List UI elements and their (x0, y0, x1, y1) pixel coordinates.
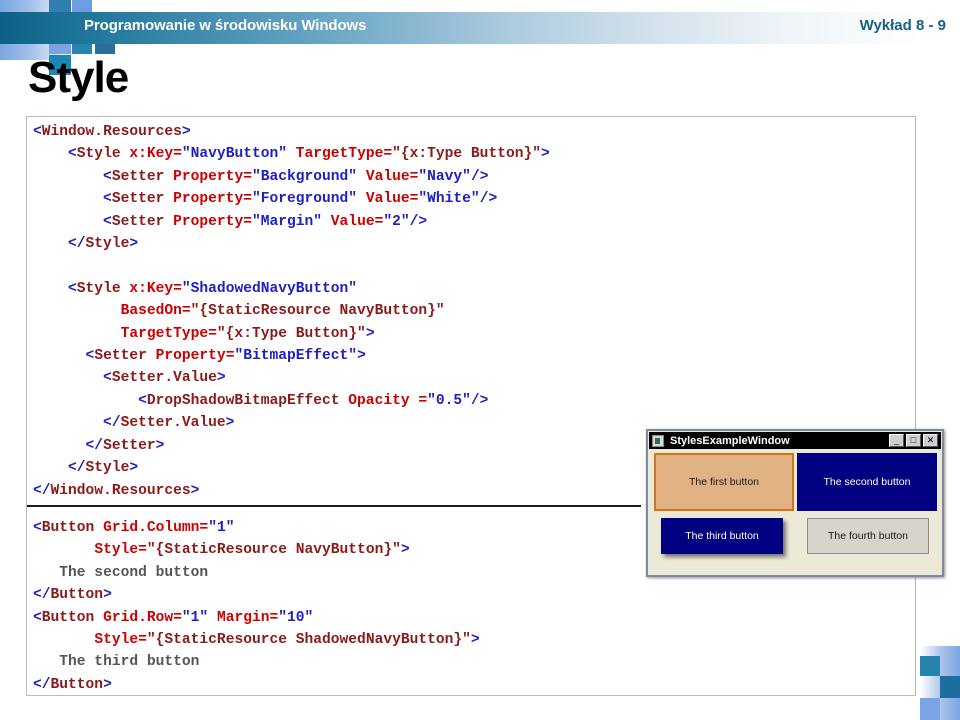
window-client-area: The first button The second button The t… (649, 449, 941, 574)
deco-square-br-1 (920, 656, 940, 676)
window-title: StylesExampleWindow (670, 434, 790, 447)
window-titlebar: StylesExampleWindow _ □ ✕ (649, 432, 941, 449)
window-controls: _ □ ✕ (889, 434, 938, 447)
code-text-upper: <Window.Resources> <Style x:Key="NavyBut… (33, 124, 550, 499)
header-lecture-number: Wykład 8 - 9 (859, 17, 946, 34)
third-button[interactable]: The third button (661, 518, 783, 554)
code-screenshot-box: <Window.Resources> <Style x:Key="NavyBut… (26, 116, 916, 696)
maximize-icon[interactable]: □ (906, 434, 921, 447)
styles-example-window: StylesExampleWindow _ □ ✕ The first butt… (646, 429, 944, 577)
code-divider-line (27, 505, 641, 507)
close-icon[interactable]: ✕ (923, 434, 938, 447)
page-title: Style (28, 53, 129, 102)
code-text-lower: <Button Grid.Column="1" Style="{StaticRe… (33, 520, 480, 693)
code-block-buttons: <Button Grid.Column="1" Style="{StaticRe… (27, 511, 480, 695)
code-block-resources: <Window.Resources> <Style x:Key="NavyBut… (27, 117, 550, 502)
minimize-icon[interactable]: _ (889, 434, 904, 447)
header-course-title: Programowanie w środowisku Windows (84, 17, 367, 34)
application-icon (652, 434, 664, 447)
fourth-button[interactable]: The fourth button (807, 518, 929, 554)
deco-square-br-2 (940, 676, 960, 698)
first-button[interactable]: The first button (654, 453, 794, 511)
second-button[interactable]: The second button (797, 453, 937, 511)
deco-square-br-3 (920, 698, 940, 720)
